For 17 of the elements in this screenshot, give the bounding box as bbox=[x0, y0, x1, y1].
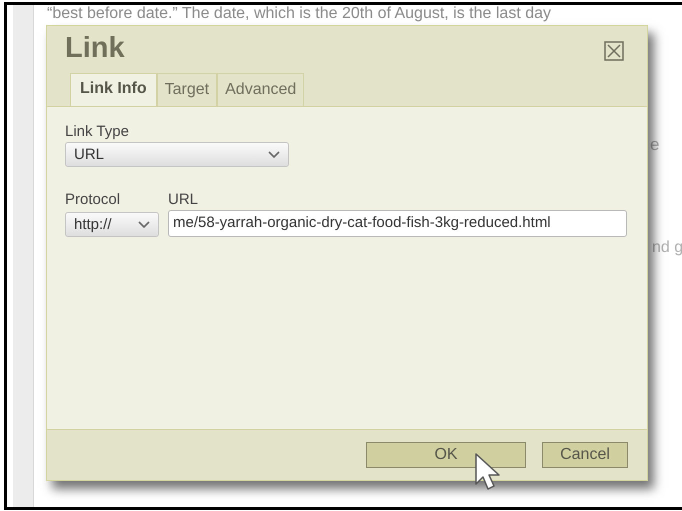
url-field[interactable]: me/58-yarrah-organic-dry-cat-food-fish-3kg-reduced.html bbox=[168, 210, 627, 237]
tab[interactable]: Target bbox=[156, 73, 218, 106]
field-label: Protocol bbox=[65, 191, 122, 208]
chevron-icon bbox=[138, 220, 150, 228]
chevron-icon bbox=[268, 150, 280, 158]
page-text: e bbox=[650, 135, 660, 155]
dialog-title: Link bbox=[65, 32, 125, 65]
close-icon[interactable] bbox=[604, 41, 624, 61]
tab[interactable]: Link Info bbox=[70, 73, 157, 106]
cancel-button[interactable]: Cancel bbox=[542, 442, 628, 468]
field-label: URL bbox=[168, 191, 200, 208]
link-type-select[interactable]: URL bbox=[65, 142, 289, 167]
field-label: Link Type bbox=[65, 123, 130, 140]
ok-button[interactable]: OK bbox=[366, 442, 526, 468]
protocol-select[interactable]: http:// bbox=[65, 212, 159, 237]
tab[interactable]: Advanced bbox=[217, 73, 304, 106]
page-text: “best before date.” The date, which is the 20th of August, is the last day bbox=[47, 5, 552, 23]
